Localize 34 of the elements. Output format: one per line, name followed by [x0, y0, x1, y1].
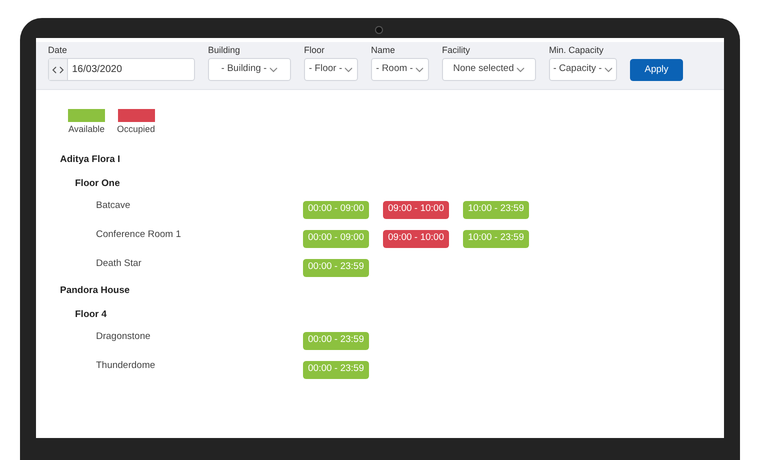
camera-icon — [375, 26, 383, 34]
filter-label: Facility — [442, 44, 472, 56]
room-name: Thunderdome — [96, 358, 156, 372]
room-name: Conference Room 1 — [96, 228, 182, 242]
legend-label: Available — [68, 123, 105, 136]
time-slot[interactable]: 09:00 - 10:00 — [383, 230, 449, 248]
filter-label: Min. Capacity — [549, 44, 605, 56]
filter-label: Floor — [304, 44, 326, 56]
dropdown[interactable]: None selected — [442, 58, 536, 81]
dropdown[interactable]: - Building - — [208, 58, 291, 81]
room-name: Dragonstone — [96, 330, 152, 344]
chevron-down-icon — [344, 66, 354, 72]
dropdown[interactable]: - Floor - — [304, 58, 358, 81]
floor-name: Floor One — [74, 176, 121, 190]
dropdown[interactable]: - Room - — [371, 58, 429, 81]
building-name: Pandora House — [60, 284, 131, 298]
chevron-down-icon — [414, 66, 424, 72]
next-icon[interactable] — [59, 66, 64, 74]
filter-label: Name — [371, 44, 396, 56]
filter-label: Date — [48, 44, 68, 56]
previous-icon[interactable] — [52, 66, 57, 74]
date-field[interactable]: 16/03/2020 — [48, 58, 195, 81]
room-name: Batcave — [96, 198, 132, 212]
legend-label: Occupied — [117, 123, 156, 136]
dropdown[interactable]: - Capacity - — [549, 58, 617, 81]
chevron-down-icon — [516, 66, 525, 72]
floor-name: Floor 4 — [74, 308, 108, 322]
room-name: Death Star — [96, 256, 142, 270]
filter-label: Building — [208, 44, 242, 56]
chevron-down-icon — [268, 66, 278, 72]
chevron-down-icon — [604, 66, 613, 72]
time-slot[interactable]: 09:00 - 10:00 — [383, 200, 449, 218]
apply-button[interactable]: Apply — [630, 59, 683, 81]
building-name: Aditya Flora I — [60, 152, 122, 166]
